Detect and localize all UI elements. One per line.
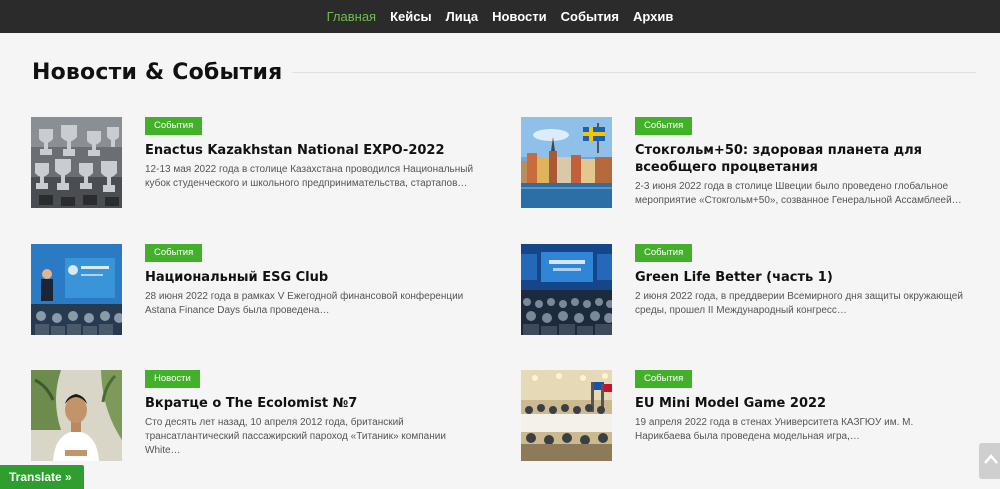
post-card: События EU Mini Model Game 2022 19 апрел… [521, 370, 961, 465]
translate-button[interactable]: Translate » [0, 465, 84, 489]
meeting-room-image[interactable] [521, 370, 612, 461]
category-badge[interactable]: Новости [145, 370, 200, 388]
nav-item-home[interactable]: Главная [327, 9, 376, 24]
conference-stage-image[interactable] [31, 244, 122, 335]
category-badge[interactable]: События [145, 244, 203, 262]
congress-hall-image[interactable] [521, 244, 612, 335]
nav-item-events[interactable]: События [561, 9, 619, 24]
chevron-up-icon [984, 454, 998, 464]
nav-item-faces[interactable]: Лица [446, 9, 479, 24]
post-excerpt: 2-3 июня 2022 года в столице Швеции было… [635, 181, 962, 206]
post-card: События Национальный ESG Club 28 июня 20… [31, 244, 471, 339]
post-excerpt: 28 июня 2022 года в рамках V Ежегодной ф… [145, 291, 464, 316]
post-excerpt: 19 апреля 2022 года в стенах Университет… [635, 417, 914, 442]
post-title[interactable]: Национальный ESG Club [145, 269, 475, 286]
post-title[interactable]: Green Life Better (часть 1) [635, 269, 965, 286]
post-card: События Green Life Better (часть 1) 2 ию… [521, 244, 963, 339]
category-badge[interactable]: События [635, 370, 693, 388]
top-navigation: Главная Кейсы Лица Новости События Архив [0, 0, 1000, 33]
category-badge[interactable]: События [145, 117, 203, 135]
stockholm-image[interactable] [521, 117, 612, 208]
post-card: События Enactus Kazakhstan National EXPO… [31, 117, 473, 212]
section-header: Новости & События [32, 60, 976, 85]
nav-item-news[interactable]: Новости [492, 9, 547, 24]
post-excerpt: 2 июня 2022 года, в преддверии Всемирног… [635, 291, 963, 316]
post-title[interactable]: Вкратце о The Ecolomist №7 [145, 395, 475, 412]
post-excerpt: Сто десять лет назад, 10 апреля 2012 год… [145, 417, 446, 456]
category-badge[interactable]: События [635, 117, 693, 135]
post-title[interactable]: Enactus Kazakhstan National EXPO-2022 [145, 142, 475, 159]
post-title[interactable]: EU Mini Model Game 2022 [635, 395, 965, 412]
category-badge[interactable]: События [635, 244, 693, 262]
post-card: События Стокгольм+50: здоровая планета д… [521, 117, 962, 212]
section-divider [292, 72, 976, 73]
post-title[interactable]: Стокгольм+50: здоровая планета для всеоб… [635, 142, 965, 176]
nav-item-archive[interactable]: Архив [633, 9, 673, 24]
post-excerpt: 12-13 мая 2022 года в столице Казахстана… [145, 164, 474, 189]
nav-item-cases[interactable]: Кейсы [390, 9, 432, 24]
post-card: Новости Вкратце о The Ecolomist №7 Сто д… [31, 370, 471, 465]
trophies-image[interactable] [31, 117, 122, 208]
section-title: Новости & События [32, 60, 283, 85]
scroll-to-top-button[interactable] [979, 443, 1000, 479]
man-portrait-image[interactable] [31, 370, 122, 461]
